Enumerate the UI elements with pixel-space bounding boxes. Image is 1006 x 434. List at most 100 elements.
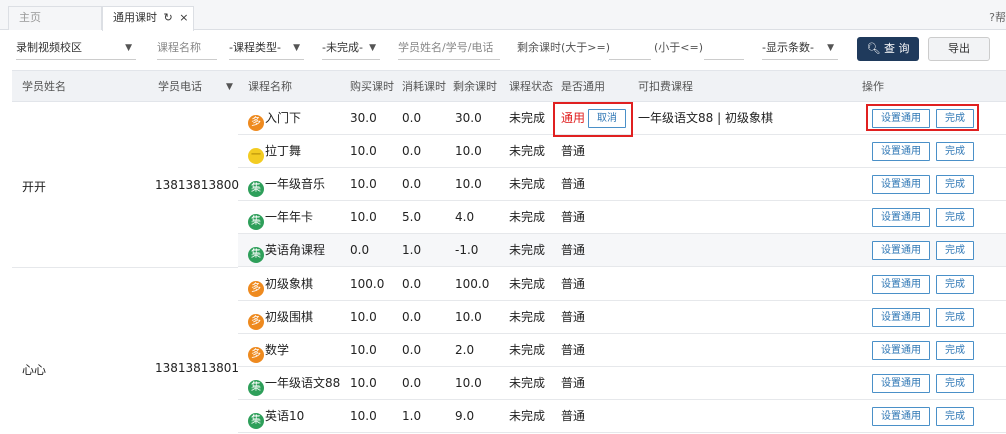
student-phone: 13813813801 — [155, 361, 239, 375]
course-name: 英语角课程 — [265, 243, 326, 257]
set-general-button[interactable]: 设置通用 — [872, 374, 930, 393]
student-search-input[interactable]: 学员姓名/学号/电话 — [398, 38, 500, 60]
course-name-cell: 多初级象棋 — [248, 268, 313, 300]
col-course-name: 课程名称 — [248, 80, 292, 93]
highlight-box — [553, 102, 633, 137]
table-row: 集英语角课程 0.0 1.0 -1.0 未完成 普通 设置通用 完成 — [238, 234, 1006, 267]
set-general-button[interactable]: 设置通用 — [872, 175, 930, 194]
query-button-label: 查 询 — [883, 42, 910, 55]
general-cell: 普通 — [561, 310, 586, 324]
status-cell: 未完成 — [509, 277, 546, 291]
set-general-button[interactable]: 设置通用 — [872, 241, 930, 260]
course-type-badge: 多 — [248, 115, 264, 131]
status-cell: 未完成 — [509, 144, 546, 158]
tab-bar: 主页 通用课时 ↻ × ?帮 — [0, 0, 1006, 31]
bought-cell: 10.0 — [350, 177, 377, 191]
status-cell: 未完成 — [509, 111, 546, 125]
set-general-button[interactable]: 设置通用 — [872, 308, 930, 327]
course-name-placeholder: 课程名称 — [157, 41, 201, 54]
table-row: 多数学 10.0 0.0 2.0 未完成 普通 设置通用 完成 — [238, 334, 1006, 367]
course-type-badge: 一 — [248, 148, 264, 164]
status-cell: 未完成 — [509, 210, 546, 224]
table-row: 多初级象棋 100.0 0.0 100.0 未完成 普通 设置通用 完成 — [238, 268, 1006, 301]
general-cell: 普通 — [561, 177, 586, 191]
course-type-badge: 集 — [248, 413, 264, 429]
remaining-cell: 30.0 — [455, 111, 482, 125]
complete-button[interactable]: 完成 — [936, 175, 974, 194]
col-status: 课程状态 — [509, 80, 553, 93]
status-select-value: -未完成- — [322, 41, 363, 54]
course-name: 英语10 — [265, 409, 305, 423]
bought-cell: 10.0 — [350, 376, 377, 390]
table-row: 集一年年卡 10.0 5.0 4.0 未完成 普通 设置通用 完成 — [238, 201, 1006, 234]
chevron-down-icon: ▼ — [125, 43, 132, 53]
course-name-cell: 多初级围棋 — [248, 301, 313, 333]
complete-button[interactable]: 完成 — [936, 407, 974, 426]
course-name-input[interactable]: 课程名称 — [157, 38, 217, 60]
export-button[interactable]: 导出 — [928, 37, 990, 61]
student-group: 开开 13813813800 — [12, 102, 239, 268]
status-select[interactable]: -未完成- ▼ — [322, 38, 380, 60]
sort-icon[interactable]: ▼ — [226, 71, 233, 103]
remaining-cell: 10.0 — [455, 310, 482, 324]
bought-cell: 100.0 — [350, 277, 385, 291]
course-type-select[interactable]: -课程类型- ▼ — [229, 38, 304, 60]
query-button[interactable]: 🔍︎ 查 询 — [857, 37, 919, 61]
complete-button[interactable]: 完成 — [936, 275, 974, 294]
course-name-cell: 多入门下 — [248, 102, 301, 134]
student-search-placeholder: 学员姓名/学号/电话 — [398, 41, 494, 54]
general-cell: 普通 — [561, 144, 586, 158]
consumed-cell: 0.0 — [402, 376, 422, 390]
set-general-button[interactable]: 设置通用 — [872, 142, 930, 161]
tab-home[interactable]: 主页 — [8, 6, 102, 30]
campus-select-value: 录制视频校区 — [16, 41, 82, 54]
student-name: 心心 — [22, 363, 47, 377]
close-icon[interactable]: × — [179, 11, 188, 24]
student-phone: 13813813800 — [155, 178, 239, 192]
general-cell: 普通 — [561, 210, 586, 224]
tab-home-label: 主页 — [19, 11, 41, 24]
consumed-cell: 0.0 — [402, 144, 422, 158]
tab-general-hours[interactable]: 通用课时 ↻ × — [102, 6, 194, 31]
complete-button[interactable]: 完成 — [936, 208, 974, 227]
set-general-button[interactable]: 设置通用 — [872, 275, 930, 294]
set-general-button[interactable]: 设置通用 — [872, 407, 930, 426]
display-count-select[interactable]: -显示条数- ▼ — [762, 38, 838, 60]
set-general-button[interactable]: 设置通用 — [872, 341, 930, 360]
refresh-icon[interactable]: ↻ — [164, 11, 173, 24]
status-cell: 未完成 — [509, 376, 546, 390]
col-phone[interactable]: 学员电话 — [158, 71, 202, 103]
col-ops: 操作 — [862, 80, 884, 93]
consumed-cell: 0.0 — [402, 343, 422, 357]
bought-cell: 10.0 — [350, 144, 377, 158]
general-cell: 普通 — [561, 343, 586, 357]
student-group: 心心 13813813801 — [12, 268, 239, 434]
bought-cell: 30.0 — [350, 111, 377, 125]
set-general-button[interactable]: 设置通用 — [872, 208, 930, 227]
status-cell: 未完成 — [509, 343, 546, 357]
complete-button[interactable]: 完成 — [936, 241, 974, 260]
complete-button[interactable]: 完成 — [936, 142, 974, 161]
status-cell: 未完成 — [509, 409, 546, 423]
table-header: 学员姓名 学员电话 ▼ 课程名称 购买课时 消耗课时 剩余课时 课程状态 是否通… — [12, 70, 1006, 102]
remain-lt-input[interactable] — [704, 38, 744, 60]
consumed-cell: 0.0 — [402, 277, 422, 291]
table-row: 集一年级音乐 10.0 0.0 10.0 未完成 普通 设置通用 完成 — [238, 168, 1006, 201]
chevron-down-icon: ▼ — [369, 43, 376, 53]
help-icon[interactable]: ?帮 — [989, 9, 1006, 25]
complete-button[interactable]: 完成 — [936, 308, 974, 327]
general-cell: 普通 — [561, 243, 586, 257]
campus-select[interactable]: 录制视频校区 ▼ — [16, 38, 136, 60]
col-student-name: 学员姓名 — [22, 80, 66, 93]
course-type-badge: 集 — [248, 380, 264, 396]
course-name-cell: 集一年年卡 — [248, 201, 313, 233]
remain-gt-input[interactable] — [609, 38, 651, 60]
col-consumed: 消耗课时 — [402, 80, 446, 93]
consumed-cell: 0.0 — [402, 310, 422, 324]
consumed-cell: 1.0 — [402, 243, 422, 257]
complete-button[interactable]: 完成 — [936, 374, 974, 393]
remaining-cell: 9.0 — [455, 409, 475, 423]
course-name: 一年级语文88 — [265, 376, 341, 390]
table-row: 集一年级语文88 10.0 0.0 10.0 未完成 普通 设置通用 完成 — [238, 367, 1006, 400]
complete-button[interactable]: 完成 — [936, 341, 974, 360]
